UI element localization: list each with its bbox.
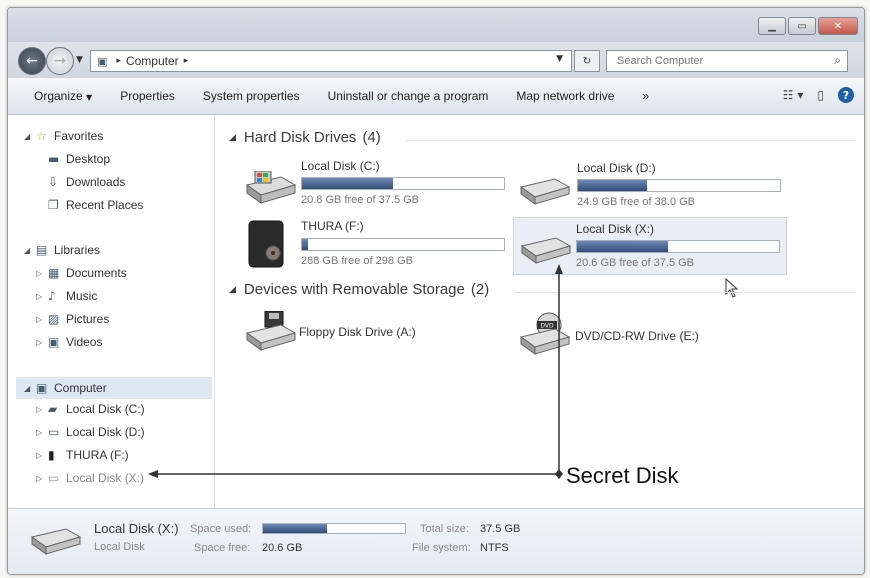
details-usage-fill xyxy=(263,524,327,533)
total-size-label: Total size: xyxy=(420,523,469,535)
file-system-label: File system: xyxy=(412,542,471,554)
details-type: Local Disk xyxy=(94,541,145,553)
explorer-window: ▁ ▭ ✕ ← → ▼ ▣ ▸ Computer ▸ ▼ ↻ ⌕ Organiz… xyxy=(7,7,865,575)
hard-drive-icon xyxy=(30,528,82,555)
space-used-label: Space used: xyxy=(190,523,252,535)
details-usage-bar xyxy=(262,523,406,534)
space-free-label: Space free: xyxy=(194,542,251,554)
details-name: Local Disk (X:) xyxy=(94,521,179,536)
total-size-value: 37.5 GB xyxy=(480,523,521,535)
space-free-value: 20.6 GB xyxy=(262,542,303,554)
annotation-arrows xyxy=(148,264,563,479)
file-system-value: NTFS xyxy=(480,542,509,554)
annotation-label: Secret Disk xyxy=(566,463,679,488)
details-pane: Local Disk (X:) Local Disk Space used: S… xyxy=(8,508,864,574)
